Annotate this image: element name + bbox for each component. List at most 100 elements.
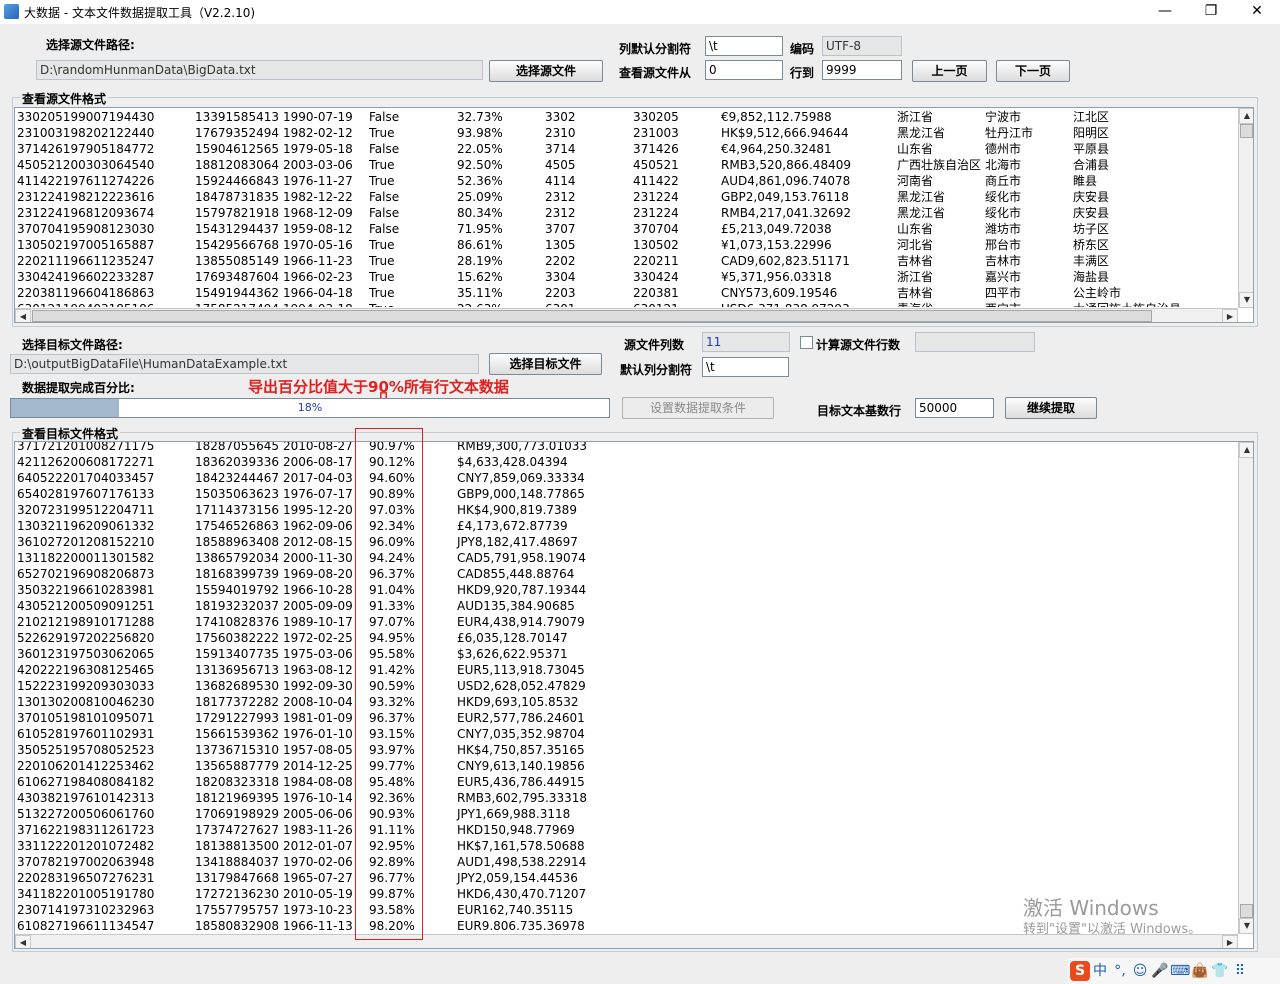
source-cell: 嘉兴市 (985, 270, 1022, 284)
source-cell: €4,964,250.32481 (721, 142, 832, 156)
target-table-row: 361027201208152210 18588963408 2012-08-15 9… (17, 534, 1237, 550)
target-cell: 1989-10-17 (283, 615, 353, 629)
grid-icon[interactable]: ⠿ (1230, 961, 1250, 981)
source-cell: 13855085149 (195, 254, 279, 268)
source-hscroll[interactable]: ◀ ▶ (15, 308, 1238, 322)
scroll-down-icon[interactable]: ▼ (1239, 292, 1253, 308)
source-vscroll[interactable]: ▲ ▼ (1238, 108, 1253, 308)
source-cell: 2203 (545, 286, 576, 300)
target-cell: CAD5,791,958.19074 (457, 551, 586, 565)
restore-button[interactable]: ❐ (1188, 0, 1234, 24)
keyboard-icon[interactable]: ⌨ (1170, 961, 1190, 981)
target-vscroll-thumb[interactable] (1240, 904, 1253, 918)
target-cell: 13418884037 (195, 855, 279, 869)
skin-icon[interactable]: 👕 (1210, 961, 1230, 981)
source-cell: CNY573,609.19546 (721, 286, 838, 300)
source-path-field[interactable]: D:\randomHunmanData\BigData.txt (36, 60, 483, 80)
target-table[interactable]: 371721201008271175 18287055645 2010-08-27 9… (14, 441, 1254, 949)
target-cell: 17560382222 (195, 631, 279, 645)
source-cell: 15.62% (457, 270, 503, 284)
source-vscroll-thumb[interactable] (1240, 124, 1253, 138)
source-cell: 15924466843 (195, 174, 279, 188)
punctuation-icon[interactable]: °, (1110, 961, 1130, 981)
target-table-row: 131182200011301582 13865792034 2000-11-30 9… (17, 550, 1237, 566)
set-condition-button[interactable]: 设置数据提取条件 (622, 397, 774, 419)
target-cell: 1976-01-10 (283, 727, 353, 741)
microphone-icon[interactable]: 🎤 (1150, 961, 1170, 981)
base-rows-field[interactable]: 50000 (915, 398, 994, 418)
source-table-row: 231003198202122440 17679352494 1982-02-12 T… (17, 125, 1237, 141)
emoji-icon[interactable]: ☺ (1130, 961, 1150, 981)
source-cell: 海盐县 (1073, 270, 1110, 284)
target-cell: 18580832908 (195, 919, 279, 930)
target-cell: 2005-09-09 (283, 599, 353, 613)
count-rows-label: 计算源文件行数 (816, 338, 901, 352)
scroll-right-icon[interactable]: ▶ (1222, 309, 1238, 322)
source-cell: 1966-02-23 (283, 270, 353, 284)
source-cell: 1976-11-27 (283, 174, 353, 188)
target-table-row: 654028197607176133 15035063623 1976-07-17 9… (17, 486, 1237, 502)
prev-page-button[interactable]: 上一页 (912, 60, 987, 82)
target-cell: 1975-03-06 (283, 647, 353, 661)
source-cell: 2003-03-06 (283, 158, 353, 172)
source-cell: True (369, 254, 395, 268)
target-cell: 13682689530 (195, 679, 279, 693)
next-page-button[interactable]: 下一页 (996, 60, 1070, 82)
target-cell: 220106201412253462 (17, 759, 155, 773)
source-cell: 15429566768 (195, 238, 279, 252)
target-cell: HK$4,900,819.7389 (457, 503, 577, 517)
source-cell: 山东省 (897, 142, 934, 156)
scroll-up-icon[interactable]: ▲ (1239, 108, 1253, 124)
chinese-mode-icon[interactable]: 中 (1090, 961, 1110, 981)
view-to-field[interactable]: 9999 (822, 60, 902, 80)
close-button[interactable]: ✕ (1234, 0, 1280, 24)
choose-source-button[interactable]: 选择源文件 (489, 60, 603, 82)
target-cell: 654028197607176133 (17, 487, 155, 501)
target-scroll-up-icon[interactable]: ▲ (1239, 442, 1253, 458)
target-cell: RMB9,300,773.01033 (457, 441, 587, 453)
target-cell: 430521200509091251 (17, 599, 155, 613)
source-cell: 1959-08-12 (283, 222, 353, 236)
count-rows-checkbox[interactable] (800, 336, 813, 349)
target-cell: 652702196908206873 (17, 567, 155, 581)
target-cell: CNY7,035,352.98704 (457, 727, 585, 741)
source-rows: 330205199007194430 13391585413 1990-07-19 F… (17, 109, 1237, 307)
source-cell: 公主岭市 (1073, 286, 1122, 300)
target-cell: 17374727627 (195, 823, 279, 837)
target-cell: 361027201208152210 (17, 535, 155, 549)
target-scroll-right-icon[interactable]: ▶ (1222, 935, 1238, 948)
target-path-field[interactable]: D:\outputBigDataFile\HumanDataExample.tx… (10, 354, 479, 374)
target-table-row: 130321196209061332 17546526863 1962-09-06 9… (17, 518, 1237, 534)
source-cell: 15431294437 (195, 222, 279, 236)
minimize-button[interactable]: — (1142, 0, 1188, 24)
bag-icon[interactable]: 👜 (1190, 961, 1210, 981)
target-scroll-down-icon[interactable]: ▼ (1239, 918, 1253, 934)
sogou-icon[interactable]: S (1070, 961, 1090, 981)
target-scroll-left-icon[interactable]: ◀ (15, 935, 31, 948)
source-cell: True (369, 270, 395, 284)
scroll-left-icon[interactable]: ◀ (15, 309, 31, 322)
source-delimiter-field[interactable]: \t (705, 36, 783, 56)
source-table[interactable]: 330205199007194430 13391585413 1990-07-19 F… (14, 107, 1254, 323)
target-cell: 15661539362 (195, 727, 279, 741)
source-cell: True (369, 174, 395, 188)
target-cell: 370105198101095071 (17, 711, 155, 725)
target-delimiter-field[interactable]: \t (702, 357, 789, 377)
continue-extract-button[interactable]: 继续提取 (1005, 397, 1097, 419)
target-cell: 2006-08-17 (283, 455, 353, 469)
view-from-field[interactable]: 0 (705, 60, 783, 80)
target-vscroll[interactable]: ▲ ▼ (1238, 442, 1253, 934)
source-hscroll-thumb[interactable] (32, 310, 1152, 322)
target-cell: 1983-11-26 (283, 823, 353, 837)
source-cell: 22.05% (457, 142, 503, 156)
target-cell: 220283196507276231 (17, 871, 155, 885)
choose-target-button[interactable]: 选择目标文件 (489, 353, 602, 375)
view-from-label: 查看源文件从 (619, 66, 692, 80)
target-cell: 640522201704033457 (17, 471, 155, 485)
target-cell: 1962-09-06 (283, 519, 353, 533)
source-cell: 1990-07-19 (283, 110, 353, 124)
source-cell: 北海市 (985, 158, 1022, 172)
target-cell: 2005-06-06 (283, 807, 353, 821)
activation-watermark-text: 转到"设置"以激活 Windows。 (1023, 922, 1202, 937)
source-format-title: 查看源文件格式 (20, 90, 109, 107)
